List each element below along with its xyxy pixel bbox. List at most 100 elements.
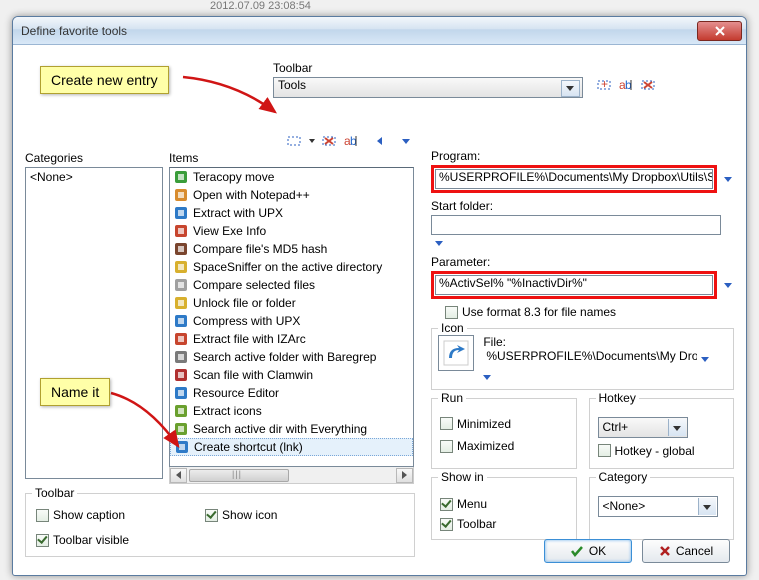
show-icon-checkbox[interactable]: Show icon [205,508,277,522]
cancel-button[interactable]: Cancel [642,539,730,563]
annotation-create-entry: Create new entry [40,66,169,94]
tool-icon [173,367,189,383]
list-item-label: Resource Editor [193,386,279,400]
rename-toolbar-icon[interactable]: ab [618,77,634,93]
list-item-label: Create shortcut (lnk) [194,440,303,454]
list-item[interactable]: Scan file with Clamwin [170,366,413,384]
list-item[interactable]: SpaceSniffer on the active directory [170,258,413,276]
tool-icon [173,277,189,293]
annotation-highlight-program: %USERPROFILE%\Documents\My Dropbox\Utils… [431,165,717,193]
list-item[interactable]: Compare selected files [170,276,413,294]
toolbar-select-value: Tools [278,78,306,92]
program-browse-icon[interactable] [724,177,732,182]
icon-file-browse-icon[interactable] [701,357,709,362]
icon-group-label: Icon [438,321,467,335]
format83-checkbox[interactable]: Use format 8.3 for file names [445,305,616,319]
list-item[interactable]: Compress with UPX [170,312,413,330]
close-icon [714,26,726,36]
toolbar-select[interactable]: Tools [273,77,583,98]
parameter-browse-icon[interactable] [724,283,732,288]
list-item-label: Open with Notepad++ [193,188,310,202]
maximized-checkbox[interactable]: Maximized [440,439,514,453]
startfolder-label: Start folder: [431,199,734,213]
startfolder-browse-icon[interactable] [435,241,443,246]
add-item-icon[interactable] [286,133,302,149]
cancel-icon [659,545,671,557]
tool-icon [173,187,189,203]
showin-toolbar-checkbox[interactable]: Toolbar [440,517,496,531]
minimized-checkbox[interactable]: Minimized [440,417,511,431]
list-item-label: Extract file with IZArc [193,332,306,346]
run-group-label: Run [438,391,466,405]
ok-button[interactable]: OK [544,539,632,563]
hotkey-select[interactable]: Ctrl+ [598,417,688,438]
dialog-window: Define favorite tools Toolbar Tools + ab… [12,16,747,576]
titlebar: Define favorite tools [13,17,746,45]
scroll-left-button[interactable] [170,468,187,483]
list-item-label: SpaceSniffer on the active directory [193,260,382,274]
delete-item-icon[interactable] [321,133,337,149]
list-item-label: Extract icons [193,404,262,418]
category-group-label: Category [596,470,651,484]
add-toolbar-icon[interactable]: + [596,77,612,93]
icon-preview[interactable] [438,335,474,371]
rename-item-icon[interactable]: ab [343,133,359,149]
list-item[interactable]: Open with Notepad++ [170,186,413,204]
tool-icon [173,241,189,257]
icon-index-icon[interactable] [483,375,491,380]
list-item[interactable]: Resource Editor [170,384,413,402]
program-label: Program: [431,149,734,163]
list-item[interactable]: Extract file with IZArc [170,330,413,348]
check-icon [570,545,584,557]
chevron-down-icon [703,505,711,510]
list-item-label: Search active dir with Everything [193,422,367,436]
list-item[interactable]: Compare file's MD5 hash [170,240,413,258]
delete-toolbar-icon[interactable] [640,77,656,93]
list-item[interactable]: View Exe Info [170,222,413,240]
checkbox-box-icon [445,306,458,319]
scroll-right-button[interactable] [396,468,413,483]
tool-icon [173,331,189,347]
window-title: Define favorite tools [21,24,697,38]
close-button[interactable] [697,21,742,41]
parameter-label: Parameter: [431,255,734,269]
list-item[interactable]: Search active folder with Baregrep [170,348,413,366]
category-select[interactable]: <None> [598,496,718,517]
list-item-label: View Exe Info [193,224,266,238]
toolbar-visible-checkbox[interactable]: Toolbar visible [36,533,129,547]
showin-menu-checkbox[interactable]: Menu [440,497,487,511]
list-item[interactable]: Extract with UPX [170,204,413,222]
list-item[interactable]: Extract icons [170,402,413,420]
tool-icon [173,205,189,221]
add-item-dropdown-icon[interactable] [309,139,315,143]
list-item[interactable]: Unlock file or folder [170,294,413,312]
items-listbox[interactable]: Teracopy move Open with Notepad++ Extract … [169,167,414,467]
categories-label: Categories [25,151,83,165]
items-hscrollbar[interactable] [169,467,414,484]
list-item[interactable]: Create shortcut (lnk) [170,438,413,456]
parameter-input[interactable]: %ActivSel% "%InactivDir%" [435,275,713,295]
categories-listbox[interactable]: <None> [25,167,163,479]
tool-icon [173,349,189,365]
list-item-label: Compress with UPX [193,314,300,328]
tool-icon [173,421,189,437]
tool-icon [173,259,189,275]
move-down-icon[interactable] [402,139,410,144]
list-item[interactable]: Search active dir with Everything [170,420,413,438]
hotkey-global-checkbox[interactable]: Hotkey - global [598,444,695,458]
list-item-label: Extract with UPX [193,206,283,220]
chevron-down-icon [673,426,681,431]
program-input[interactable]: %USERPROFILE%\Documents\My Dropbox\Utils… [435,169,713,189]
icon-file-input[interactable]: %USERPROFILE%\Documents\My Dro [483,349,697,369]
scroll-thumb[interactable] [189,469,289,482]
chevron-down-icon [566,86,574,91]
backdrop-timestamp: 2012.07.09 23:08:54 [210,0,311,12]
tool-icon [173,403,189,419]
items-label: Items [169,151,198,165]
shortcut-icon [443,340,469,366]
show-caption-checkbox[interactable]: Show caption [36,508,125,522]
move-left-icon[interactable] [377,137,382,145]
category-item[interactable]: <None> [30,170,158,184]
startfolder-input[interactable] [431,215,721,235]
list-item[interactable]: Teracopy move [170,168,413,186]
